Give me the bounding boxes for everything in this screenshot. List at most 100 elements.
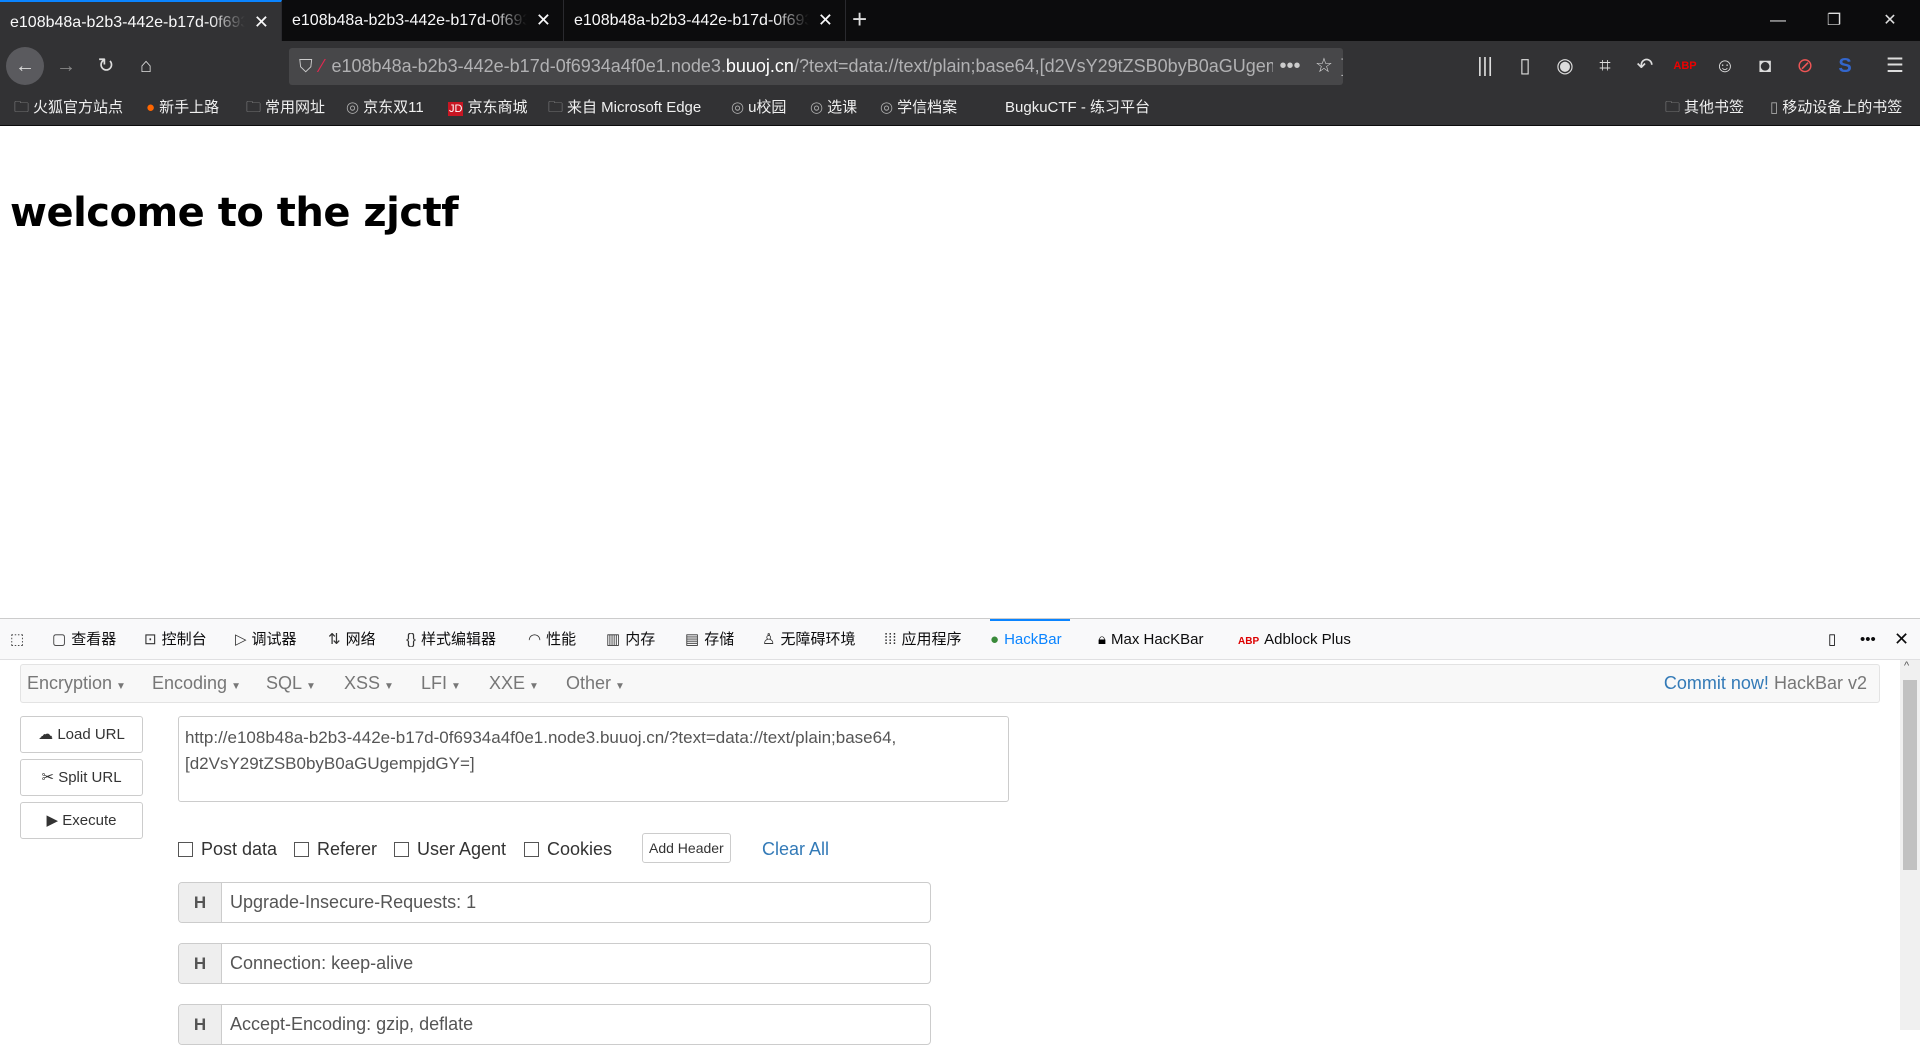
tab-performance[interactable]: ◠ 性能 — [528, 619, 576, 660]
tab-1[interactable]: e108b48a-b2b3-442e-b17d-0f6934a4f0e1✕ — [0, 0, 282, 41]
debugger-icon: ▷ — [235, 631, 247, 648]
close-window-button[interactable]: ✕ — [1862, 0, 1918, 41]
url-bar[interactable]: ⛉ ⁄ e108b48a-b2b3-442e-b17d-0f6934a4f0e1.n… — [289, 48, 1343, 85]
tab-adblock-plus[interactable]: ABP Adblock Plus — [1238, 619, 1351, 660]
folder-icon: 🗀 — [1665, 99, 1681, 116]
more-actions-icon[interactable]: ••• — [1273, 49, 1307, 83]
braces-icon: {} — [406, 631, 417, 648]
caret-down-icon: ▼ — [231, 681, 241, 692]
sidebar-icon[interactable]: ▯ — [1508, 49, 1542, 83]
bookmark[interactable]: ● 新手上路 — [146, 90, 219, 126]
page-heading: welcome to the zjctf — [10, 190, 459, 236]
tab-max-hackbar[interactable]: 🔒︎ Max HacKBar — [1098, 619, 1204, 660]
bookmarks-bar: 🗀 火狐官方站点 ● 新手上路 🗀 常用网址 ◎ 京东双11 JD 京东商城 🗀 来自 Mi… — [0, 90, 1920, 126]
mobile-icon: ▯ — [1770, 99, 1779, 116]
network-icon: ⇅ — [328, 631, 341, 648]
account-icon[interactable]: ◉ — [1548, 49, 1582, 83]
tab-inspector[interactable]: ▢ 查看器 — [52, 619, 116, 660]
menu-other[interactable]: Other ▼ — [566, 665, 625, 705]
close-tab-icon[interactable]: ✕ — [536, 0, 551, 41]
tab-3[interactable]: e108b48a-b2b3-442e-b17d-0f6934a4f0e1✕ — [564, 0, 846, 41]
lock-icon: 🔒︎ — [1098, 631, 1106, 648]
referer-checkbox[interactable]: Referer — [294, 838, 377, 860]
bookmark[interactable]: ◎ 选课 — [810, 90, 857, 126]
header-input[interactable]: Connection: keep-alive — [222, 944, 930, 983]
bookmark[interactable]: BugkuCTF - 练习平台 — [1005, 90, 1150, 126]
menu-xxe[interactable]: XXE ▼ — [489, 665, 539, 705]
more-options-icon[interactable]: ••• — [1860, 619, 1876, 660]
header-row: H Accept-Encoding: gzip, deflate — [178, 1004, 931, 1045]
back-button[interactable]: ← — [6, 47, 44, 85]
globe-icon: ◎ — [346, 99, 360, 116]
element-picker-icon[interactable]: ⬚ — [10, 619, 29, 660]
vertical-scrollbar[interactable]: ^ — [1900, 660, 1920, 1030]
extension-block-icon[interactable]: ⊘ — [1788, 49, 1822, 83]
bookmark[interactable]: ◎ u校园 — [731, 90, 786, 126]
load-url-button[interactable]: ☁ Load URL — [20, 716, 143, 753]
reload-button[interactable]: ↻ — [89, 49, 123, 83]
minimize-button[interactable]: — — [1750, 0, 1806, 41]
bookmark[interactable]: 🗀 常用网址 — [246, 90, 325, 126]
bookmark[interactable]: ◎ 京东双11 — [346, 90, 424, 126]
add-header-button[interactable]: Add Header — [642, 833, 731, 863]
header-row: H Upgrade-Insecure-Requests: 1 — [178, 882, 931, 923]
tab-application[interactable]: ⁞⁞⁞ 应用程序 — [884, 619, 962, 660]
caret-down-icon: ▼ — [116, 681, 126, 692]
bookmark-folder[interactable]: ▯ 移动设备上的书签 — [1770, 90, 1902, 126]
hackbar-menu: Encryption ▼ Encoding ▼ SQL ▼ XSS ▼ LFI ▼ XXE… — [20, 664, 1880, 703]
scrollbar-thumb[interactable] — [1903, 680, 1917, 870]
extension-s-icon[interactable]: S — [1828, 49, 1862, 83]
accessibility-icon: ♙ — [762, 631, 776, 648]
new-tab-button[interactable]: + — [852, 0, 876, 41]
url-textarea[interactable]: http://e108b48a-b2b3-442e-b17d-0f6934a4f… — [178, 716, 1009, 802]
close-tab-icon[interactable]: ✕ — [818, 0, 833, 41]
restore-button[interactable]: ❐ — [1806, 0, 1862, 41]
tab-memory[interactable]: ▥ 内存 — [606, 619, 655, 660]
extension-glasses-icon[interactable]: ◘ — [1748, 49, 1782, 83]
adblock-icon[interactable]: ABP — [1668, 49, 1702, 83]
tab-network[interactable]: ⇅ 网络 — [328, 619, 376, 660]
menu-lfi[interactable]: LFI ▼ — [421, 665, 461, 705]
bookmark-folder[interactable]: 🗀 其他书签 — [1665, 90, 1744, 126]
tab-style-editor[interactable]: {} 样式编辑器 — [406, 619, 496, 660]
execute-button[interactable]: ▶ Execute — [20, 802, 143, 839]
bookmark[interactable]: JD 京东商城 — [448, 90, 527, 126]
tab-2[interactable]: e108b48a-b2b3-442e-b17d-0f6934a4f0e1✕ — [282, 0, 564, 41]
post-data-checkbox[interactable]: Post data — [178, 838, 277, 860]
screenshot-icon[interactable]: ⌗ — [1588, 49, 1622, 83]
menu-sql[interactable]: SQL ▼ — [266, 665, 316, 705]
commit-link[interactable]: Commit now! — [1664, 673, 1769, 693]
scissors-icon: ✂ — [41, 769, 55, 786]
user-agent-checkbox[interactable]: User Agent — [394, 838, 506, 860]
library-icon[interactable]: ||| — [1468, 49, 1502, 83]
home-button[interactable]: ⌂ — [129, 49, 163, 83]
tab-accessibility[interactable]: ♙ 无障碍环境 — [762, 619, 855, 660]
dock-icon[interactable]: ▯ — [1828, 619, 1836, 660]
caret-down-icon: ▼ — [615, 681, 625, 692]
forward-button[interactable]: → — [49, 49, 83, 83]
bookmark[interactable]: ◎ 学信档案 — [880, 90, 957, 126]
tab-storage[interactable]: ▤ 存储 — [685, 619, 734, 660]
menu-encoding[interactable]: Encoding ▼ — [152, 665, 241, 705]
tab-hackbar[interactable]: ● HackBar — [990, 619, 1070, 660]
scroll-up-icon[interactable]: ^ — [1904, 660, 1909, 672]
header-input[interactable]: Accept-Encoding: gzip, deflate — [222, 1005, 930, 1044]
undo-icon[interactable]: ↶ — [1628, 49, 1662, 83]
menu-encryption[interactable]: Encryption ▼ — [27, 665, 126, 705]
clear-all-link[interactable]: Clear All — [762, 838, 829, 860]
bookmark[interactable]: 🗀 火狐官方站点 — [14, 90, 123, 126]
close-devtools-icon[interactable]: ✕ — [1894, 619, 1909, 660]
extension-face-icon[interactable]: ☺ — [1708, 49, 1742, 83]
cookies-checkbox[interactable]: Cookies — [524, 838, 612, 860]
menu-xss[interactable]: XSS ▼ — [344, 665, 394, 705]
tab-debugger[interactable]: ▷ 调试器 — [235, 619, 297, 660]
bookmark-star-icon[interactable]: ☆ — [1307, 49, 1341, 83]
close-tab-icon[interactable]: ✕ — [254, 2, 269, 41]
bookmark[interactable]: 🗀 来自 Microsoft Edge — [548, 90, 701, 126]
header-input[interactable]: Upgrade-Insecure-Requests: 1 — [222, 883, 930, 922]
insecure-lock-icon: ⁄ — [320, 56, 324, 76]
jd-icon: JD — [448, 102, 464, 116]
tab-console[interactable]: ⊡ 控制台 — [144, 619, 207, 660]
menu-icon[interactable]: ☰ — [1878, 49, 1912, 83]
split-url-button[interactable]: ✂ Split URL — [20, 759, 143, 796]
